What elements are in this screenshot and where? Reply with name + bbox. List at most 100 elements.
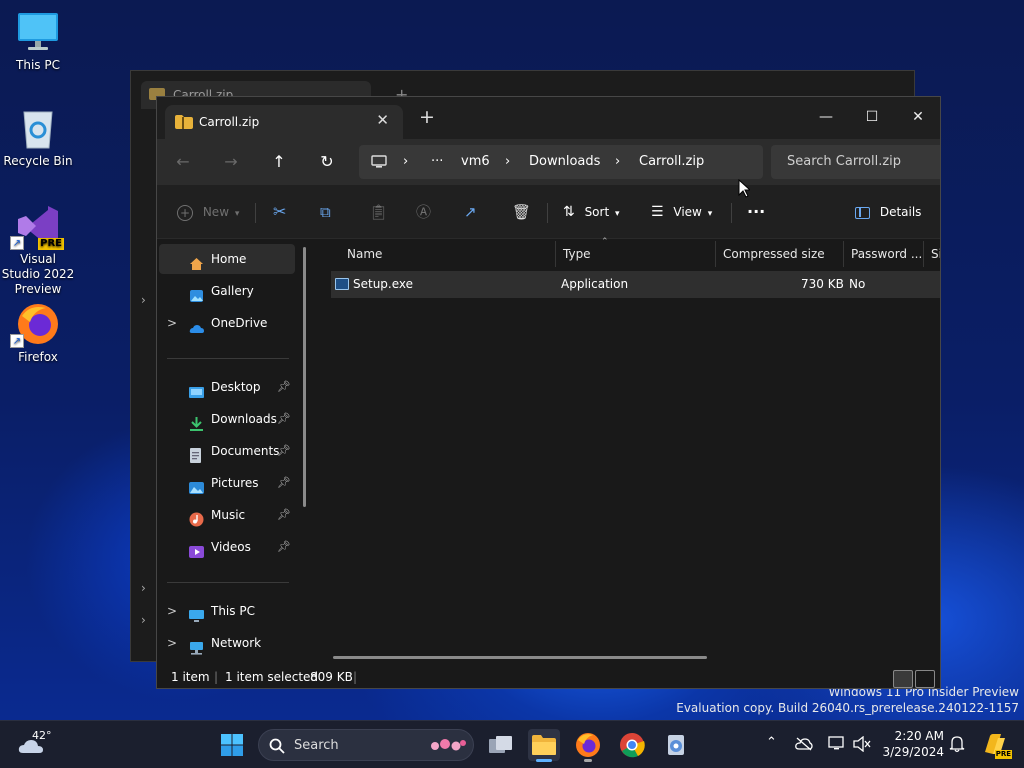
nav-item-pictures[interactable]: Pictures 📌︎ bbox=[159, 468, 295, 498]
breadcrumb-item-vm6[interactable]: vm6 bbox=[461, 154, 490, 169]
download-arrow-icon bbox=[189, 412, 204, 431]
horizontal-scrollbar[interactable] bbox=[333, 656, 707, 659]
see-more-button[interactable]: ··· bbox=[747, 202, 765, 224]
column-divider[interactable] bbox=[715, 241, 716, 267]
column-header-type[interactable]: Type bbox=[563, 247, 591, 261]
pin-icon[interactable]: 📌︎ bbox=[277, 372, 291, 402]
pin-icon[interactable]: 📌︎ bbox=[277, 500, 291, 530]
desktop-icon-recycle-bin[interactable]: Recycle Bin bbox=[0, 106, 76, 169]
nav-divider bbox=[167, 582, 289, 583]
minimize-button[interactable]: — bbox=[803, 103, 849, 131]
taskbar-clock[interactable]: 2:20 AM 3/29/2024 bbox=[882, 728, 944, 760]
taskbar-file-explorer[interactable] bbox=[528, 729, 560, 762]
onedrive-off-icon[interactable] bbox=[795, 737, 813, 751]
pre-badge: PRE bbox=[38, 238, 64, 250]
pin-icon[interactable]: 📌︎ bbox=[277, 404, 291, 434]
nav-item-gallery[interactable]: Gallery bbox=[159, 276, 295, 306]
chevron-right-icon[interactable]: > bbox=[167, 596, 177, 626]
exe-file-icon bbox=[335, 278, 349, 290]
copilot-button[interactable]: PRE bbox=[978, 729, 1012, 761]
new-button[interactable]: + New ▾ bbox=[177, 202, 239, 224]
column-divider[interactable] bbox=[555, 241, 556, 267]
pin-icon[interactable]: 📌︎ bbox=[277, 436, 291, 466]
chevron-up-icon[interactable]: ⌃ bbox=[766, 735, 777, 750]
share-icon[interactable]: ↗ bbox=[464, 202, 477, 224]
column-header-compressed-size[interactable]: Compressed size bbox=[723, 247, 825, 261]
back-arrow-icon[interactable]: ← bbox=[171, 151, 195, 173]
new-tab-button[interactable]: + bbox=[417, 106, 437, 128]
chevron-right-icon[interactable]: › bbox=[141, 581, 146, 595]
nav-item-network[interactable]: > Network bbox=[159, 628, 295, 658]
desktop-icon-label: This PC bbox=[16, 58, 60, 72]
navigation-pane: Home Gallery > OneDrive Desktop 📌︎ Downl… bbox=[157, 239, 307, 666]
desktop-icon-firefox[interactable]: ↗ Firefox bbox=[0, 302, 76, 365]
nav-pane-scrollbar[interactable] bbox=[303, 247, 306, 507]
cut-icon[interactable]: ✂ bbox=[273, 202, 286, 224]
nav-item-home[interactable]: Home bbox=[159, 244, 295, 274]
tab-title: Carroll.zip bbox=[199, 115, 260, 129]
refresh-icon[interactable]: ↻ bbox=[315, 151, 339, 173]
column-divider[interactable] bbox=[923, 241, 924, 267]
taskbar-search-label: Search bbox=[294, 738, 339, 753]
nav-item-onedrive[interactable]: > OneDrive bbox=[159, 308, 295, 338]
table-row[interactable]: Setup.exe Application 730 KB No bbox=[331, 271, 940, 298]
column-header-password[interactable]: Password ... bbox=[851, 247, 922, 261]
command-bar: + New ▾ ✂ ⧉ 📋︎ Ⓐ ↗ 🗑︎ ⇅ Sort ▾ ☰ View ▾ … bbox=[157, 185, 940, 239]
pin-icon[interactable]: 📌︎ bbox=[277, 532, 291, 562]
start-button[interactable] bbox=[216, 729, 248, 761]
view-button[interactable]: ☰ View ▾ bbox=[651, 202, 712, 224]
gallery-icon bbox=[189, 284, 204, 302]
breadcrumb-item-downloads[interactable]: Downloads bbox=[529, 154, 600, 169]
desktop-icon-this-pc[interactable]: This PC bbox=[0, 10, 76, 73]
large-icons-view-icon[interactable] bbox=[915, 670, 935, 688]
close-window-button[interactable]: ✕ bbox=[895, 103, 940, 131]
breadcrumb-item-carroll-zip[interactable]: Carroll.zip bbox=[639, 154, 704, 169]
nav-item-this-pc[interactable]: > This PC bbox=[159, 596, 295, 626]
column-header-size[interactable]: Si bbox=[931, 247, 940, 261]
title-bar[interactable]: Carroll.zip ✕ + — ☐ ✕ bbox=[157, 97, 940, 139]
details-pane-button[interactable]: Details bbox=[855, 202, 921, 224]
nav-label: Pictures bbox=[211, 476, 259, 490]
chevron-right-icon[interactable]: › bbox=[141, 293, 146, 307]
copy-icon[interactable]: ⧉ bbox=[320, 202, 331, 224]
taskbar-search-box[interactable]: Search bbox=[258, 729, 474, 761]
rename-icon[interactable]: Ⓐ bbox=[416, 202, 431, 224]
breadcrumb-more[interactable]: ··· bbox=[431, 154, 443, 169]
chevron-right-icon[interactable]: > bbox=[167, 628, 177, 658]
chevron-right-icon[interactable]: › bbox=[141, 613, 146, 627]
new-button-label: New bbox=[202, 205, 230, 219]
notification-bell-icon[interactable] bbox=[949, 735, 965, 753]
taskbar-app[interactable] bbox=[660, 729, 692, 761]
recycle-bin-icon bbox=[16, 106, 60, 150]
column-header-name[interactable]: Name bbox=[347, 247, 382, 261]
pin-icon[interactable]: 📌︎ bbox=[277, 468, 291, 498]
column-divider[interactable] bbox=[843, 241, 844, 267]
taskbar-firefox[interactable] bbox=[572, 729, 604, 762]
nav-item-desktop[interactable]: Desktop 📌︎ bbox=[159, 372, 295, 402]
paste-icon[interactable]: 📋︎ bbox=[369, 202, 388, 224]
maximize-button[interactable]: ☐ bbox=[849, 103, 895, 131]
up-arrow-icon[interactable]: ↑ bbox=[267, 151, 291, 173]
forward-arrow-icon[interactable]: → bbox=[219, 151, 243, 173]
weather-widget[interactable]: 42° bbox=[16, 729, 76, 761]
search-input[interactable]: Search Carroll.zip bbox=[771, 145, 940, 179]
taskbar-chrome[interactable] bbox=[616, 729, 648, 761]
nav-item-downloads[interactable]: Downloads 📌︎ bbox=[159, 404, 295, 434]
breadcrumb-separator-icon: › bbox=[505, 154, 511, 169]
task-view-button[interactable] bbox=[485, 729, 517, 761]
nav-item-documents[interactable]: Documents 📌︎ bbox=[159, 436, 295, 466]
details-view-icon[interactable] bbox=[893, 670, 913, 688]
display-icon[interactable] bbox=[828, 736, 846, 752]
delete-icon[interactable]: 🗑︎ bbox=[512, 202, 531, 224]
tab-close-button[interactable]: ✕ bbox=[376, 111, 389, 129]
sort-button[interactable]: ⇅ Sort ▾ bbox=[563, 202, 620, 224]
nav-item-music[interactable]: Music 📌︎ bbox=[159, 500, 295, 530]
desktop-icon-visual-studio[interactable]: PRE ↗ Visual Studio 2022 Preview bbox=[0, 204, 76, 297]
chevron-right-icon[interactable]: > bbox=[167, 308, 177, 338]
breadcrumb[interactable]: › ··· vm6 › Downloads › Carroll.zip bbox=[359, 145, 763, 179]
tab-carroll-zip[interactable]: Carroll.zip ✕ bbox=[165, 105, 403, 139]
file-explorer-window[interactable]: Carroll.zip ✕ + — ☐ ✕ ← → ↑ ↻ › ··· vm6 … bbox=[156, 96, 941, 689]
status-divider: | bbox=[214, 670, 219, 684]
nav-item-videos[interactable]: Videos 📌︎ bbox=[159, 532, 295, 562]
speaker-muted-icon[interactable] bbox=[853, 736, 871, 752]
